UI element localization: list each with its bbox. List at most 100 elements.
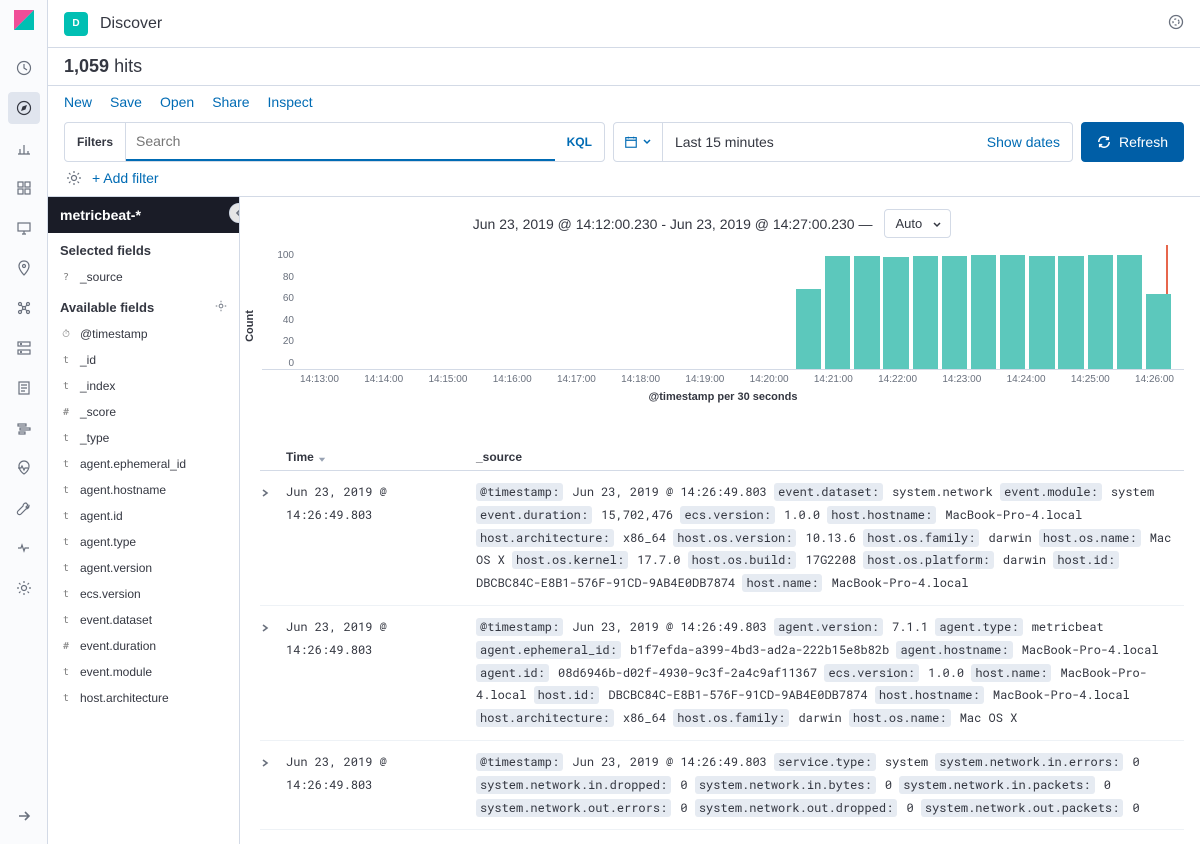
bar[interactable] xyxy=(796,250,824,369)
field-event.module[interactable]: tevent.module xyxy=(48,659,239,685)
refresh-button[interactable]: Refresh xyxy=(1081,122,1184,162)
bar[interactable] xyxy=(329,250,357,369)
bar[interactable] xyxy=(504,250,532,369)
field-type-icon: t xyxy=(60,537,72,548)
nav-monitoring-icon[interactable] xyxy=(8,532,40,564)
bar[interactable] xyxy=(1146,250,1174,369)
nav-logs-icon[interactable] xyxy=(8,372,40,404)
field-type-icon: ? xyxy=(60,272,72,283)
field-filter-icon[interactable] xyxy=(215,300,227,315)
show-dates-link[interactable]: Show dates xyxy=(975,134,1072,150)
nav-maps-icon[interactable] xyxy=(8,252,40,284)
bar[interactable] xyxy=(1000,250,1028,369)
nav-canvas-icon[interactable] xyxy=(8,212,40,244)
field-agent.type[interactable]: tagent.type xyxy=(48,529,239,555)
bar[interactable] xyxy=(1088,250,1116,369)
bar[interactable] xyxy=(942,250,970,369)
bar[interactable] xyxy=(650,250,678,369)
index-pattern-select[interactable]: metricbeat-* xyxy=(48,197,239,233)
field-type-icon: t xyxy=(60,485,72,496)
field-_score[interactable]: #_score xyxy=(48,399,239,425)
interval-select[interactable]: Auto xyxy=(884,209,951,238)
calendar-icon[interactable] xyxy=(614,123,663,161)
field-name: agent.id xyxy=(80,509,123,523)
kql-toggle[interactable]: KQL xyxy=(555,135,604,149)
col-source-header[interactable]: _source xyxy=(476,450,1184,464)
field-agent.id[interactable]: tagent.id xyxy=(48,503,239,529)
nav-discover-icon[interactable] xyxy=(8,92,40,124)
bar[interactable] xyxy=(738,250,766,369)
field-host.architecture[interactable]: thost.architecture xyxy=(48,685,239,711)
field-event.duration[interactable]: #event.duration xyxy=(48,633,239,659)
cell-time: Jun 23, 2019 @ 14:26:49.803 xyxy=(286,616,476,730)
cell-time: Jun 23, 2019 @ 14:26:49.803 xyxy=(286,481,476,595)
histogram-chart[interactable]: Count 100806040200 14:13:0014:14:0014:15… xyxy=(240,250,1184,430)
bar[interactable] xyxy=(475,250,503,369)
field-_id[interactable]: t_id xyxy=(48,347,239,373)
chart-time-range: Jun 23, 2019 @ 14:12:00.230 - Jun 23, 20… xyxy=(473,216,873,232)
field-name: agent.version xyxy=(80,561,152,575)
nav-management-icon[interactable] xyxy=(8,572,40,604)
nav-infra-icon[interactable] xyxy=(8,332,40,364)
nav-devtools-icon[interactable] xyxy=(8,492,40,524)
nav-expand-icon[interactable] xyxy=(8,800,40,832)
menu-new[interactable]: New xyxy=(64,94,92,110)
nav-apm-icon[interactable] xyxy=(8,412,40,444)
nav-uptime-icon[interactable] xyxy=(8,452,40,484)
app-title: Discover xyxy=(100,15,162,33)
bar[interactable] xyxy=(767,250,795,369)
bar[interactable] xyxy=(825,250,853,369)
menu-open[interactable]: Open xyxy=(160,94,194,110)
date-range-text[interactable]: Last 15 minutes xyxy=(663,134,975,150)
bar[interactable] xyxy=(913,250,941,369)
bar[interactable] xyxy=(1117,250,1145,369)
filter-settings-icon[interactable] xyxy=(66,170,82,186)
field-agent.version[interactable]: tagent.version xyxy=(48,555,239,581)
field-ecs.version[interactable]: tecs.version xyxy=(48,581,239,607)
col-time-header[interactable]: Time xyxy=(286,450,476,464)
bar[interactable] xyxy=(446,250,474,369)
bar[interactable] xyxy=(679,250,707,369)
bar[interactable] xyxy=(417,250,445,369)
bar[interactable] xyxy=(971,250,999,369)
bar[interactable] xyxy=(708,250,736,369)
bar[interactable] xyxy=(1029,250,1057,369)
bar[interactable] xyxy=(388,250,416,369)
fields-sidebar: metricbeat-* Selected fields ?_source Av… xyxy=(48,197,240,844)
field-name: event.duration xyxy=(80,639,156,653)
nav-recent-icon[interactable] xyxy=(8,52,40,84)
search-input[interactable] xyxy=(126,123,555,161)
expand-row-icon[interactable] xyxy=(260,481,286,595)
bar[interactable] xyxy=(533,250,561,369)
filters-label[interactable]: Filters xyxy=(65,123,126,161)
bar[interactable] xyxy=(300,250,328,369)
nav-dashboard-icon[interactable] xyxy=(8,172,40,204)
bar[interactable] xyxy=(358,250,386,369)
field-name: @timestamp xyxy=(80,327,148,341)
header-help-icon[interactable] xyxy=(1168,14,1184,33)
nav-ml-icon[interactable] xyxy=(8,292,40,324)
expand-row-icon[interactable] xyxy=(260,616,286,730)
field-agent.ephemeral_id[interactable]: tagent.ephemeral_id xyxy=(48,451,239,477)
menu-inspect[interactable]: Inspect xyxy=(268,94,313,110)
bar[interactable] xyxy=(563,250,591,369)
menu-save[interactable]: Save xyxy=(110,94,142,110)
bar[interactable] xyxy=(621,250,649,369)
field-_source[interactable]: ?_source xyxy=(48,264,239,290)
add-filter-link[interactable]: + Add filter xyxy=(92,170,159,186)
field-_type[interactable]: t_type xyxy=(48,425,239,451)
expand-row-icon[interactable] xyxy=(260,751,286,819)
bar[interactable] xyxy=(592,250,620,369)
field-@timestamp[interactable]: ⏱@timestamp xyxy=(48,321,239,347)
field-event.dataset[interactable]: tevent.dataset xyxy=(48,607,239,633)
field-name: agent.hostname xyxy=(80,483,166,497)
menu-share[interactable]: Share xyxy=(212,94,249,110)
bar[interactable] xyxy=(1058,250,1086,369)
bar[interactable] xyxy=(854,250,882,369)
field-type-icon: t xyxy=(60,615,72,626)
kibana-logo-icon[interactable] xyxy=(12,8,36,32)
bar[interactable] xyxy=(883,250,911,369)
field-agent.hostname[interactable]: t agent.hostname xyxy=(48,477,239,503)
field-_index[interactable]: t_index xyxy=(48,373,239,399)
nav-visualize-icon[interactable] xyxy=(8,132,40,164)
